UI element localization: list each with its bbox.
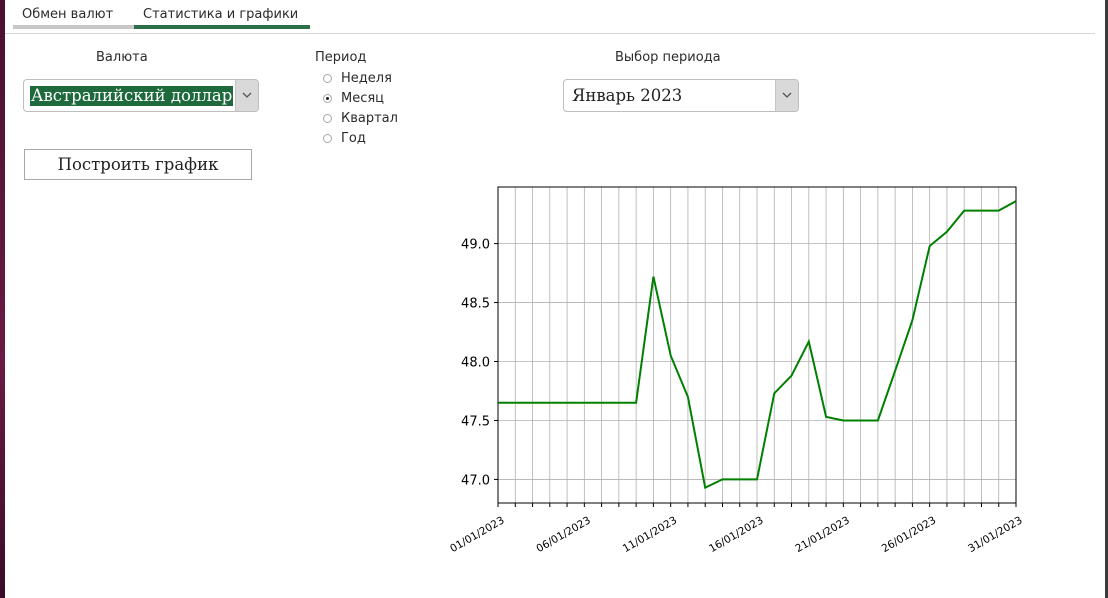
y-tick-label: 47.0 xyxy=(461,473,490,488)
radio-quarter[interactable]: Квартал xyxy=(323,109,398,127)
currency-selected-value: Австралийский доллар xyxy=(30,86,234,106)
radio-month[interactable]: Месяц xyxy=(323,89,384,107)
period-selected-value: Январь 2023 xyxy=(572,86,683,105)
y-tick-label: 48.5 xyxy=(461,297,490,312)
x-tick-label: 31/01/2023 xyxy=(966,514,1024,555)
tab-divider xyxy=(5,33,1095,34)
period-dropdown-button[interactable] xyxy=(775,80,798,111)
radio-year[interactable]: Год xyxy=(323,129,366,147)
x-tick-label: 26/01/2023 xyxy=(880,514,938,555)
exchange-rate-chart: 47.0 47.5 48.0 48.5 49.0 01/01/2023 06/01/2023… xyxy=(448,186,1025,555)
radio-week[interactable]: Неделя xyxy=(323,69,392,87)
radio-label: Квартал xyxy=(341,110,398,126)
period-label: Период xyxy=(315,50,367,65)
radio-button[interactable] xyxy=(323,133,332,143)
tab-currency-exchange[interactable]: Обмен валют xyxy=(13,0,134,29)
tab-bar: Обмен валют Статистика и графики xyxy=(5,0,1095,30)
currency-dropdown-button[interactable] xyxy=(235,80,258,111)
period-combobox[interactable]: Январь 2023 xyxy=(563,79,799,112)
chevron-down-icon xyxy=(242,92,252,98)
chevron-down-icon xyxy=(782,92,792,98)
tab-underline-active xyxy=(134,25,310,29)
build-chart-button[interactable]: Построить график xyxy=(24,149,252,180)
radio-button[interactable] xyxy=(323,73,332,83)
radio-label: Год xyxy=(341,130,366,146)
x-tick-label: 11/01/2023 xyxy=(621,514,679,555)
x-tick-label: 21/01/2023 xyxy=(793,514,851,555)
tab-label: Статистика и графики xyxy=(143,7,299,22)
currency-label: Валюта xyxy=(96,50,148,65)
x-tick-label: 16/01/2023 xyxy=(707,514,765,555)
currency-combobox[interactable]: Австралийский доллар xyxy=(23,79,259,112)
radio-button[interactable] xyxy=(323,93,332,103)
radio-label: Неделя xyxy=(341,70,392,86)
tab-label: Обмен валют xyxy=(22,7,114,22)
tab-statistics-charts[interactable]: Статистика и графики xyxy=(134,0,310,29)
x-tick-label: 06/01/2023 xyxy=(534,514,592,555)
y-tick-label: 49.0 xyxy=(461,238,490,253)
radio-label: Месяц xyxy=(341,90,385,106)
y-tick-label: 48.0 xyxy=(461,356,490,371)
period-select-label: Выбор периода xyxy=(615,50,721,65)
tab-underline xyxy=(13,25,134,29)
radio-button[interactable] xyxy=(323,113,332,123)
y-tick-label: 47.5 xyxy=(461,414,490,429)
x-tick-label: 01/01/2023 xyxy=(448,514,506,555)
